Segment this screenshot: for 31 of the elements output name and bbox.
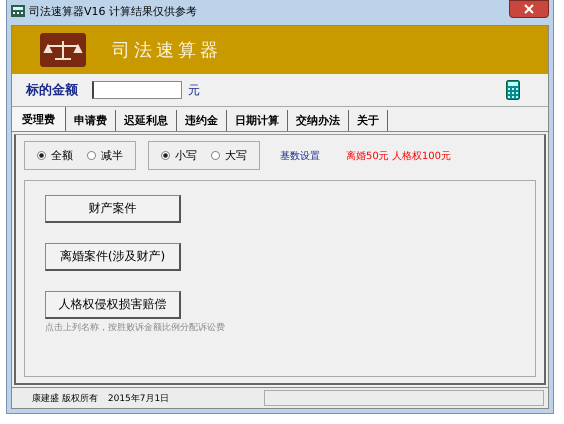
radio-option[interactable]: 小写 bbox=[161, 148, 197, 163]
case-button[interactable]: 人格权侵权损害赔偿 bbox=[45, 291, 181, 319]
banner-title: 司法速算器 bbox=[112, 39, 222, 62]
radio-button[interactable] bbox=[161, 151, 170, 160]
radio-label: 大写 bbox=[225, 148, 247, 163]
radio-label: 小写 bbox=[175, 148, 197, 163]
radio-button[interactable] bbox=[211, 151, 220, 160]
settings-link[interactable]: 基数设置 bbox=[280, 148, 320, 162]
radio-button[interactable] bbox=[37, 151, 46, 160]
window-title: 司法速算器V16 计算结果仅供参考 bbox=[29, 4, 198, 18]
case-button[interactable]: 财产案件 bbox=[45, 195, 181, 223]
radio-option[interactable]: 减半 bbox=[87, 148, 123, 163]
fee-notice: 离婚50元 人格权100元 bbox=[346, 150, 451, 162]
radio-option[interactable]: 大写 bbox=[211, 148, 247, 163]
amount-field[interactable] bbox=[92, 81, 182, 99]
close-button[interactable] bbox=[509, 0, 549, 18]
scales-icon bbox=[40, 33, 86, 67]
close-icon bbox=[524, 4, 534, 14]
hint-text: 点击上列名称，按胜败诉金额比例分配诉讼费 bbox=[45, 322, 225, 334]
tab[interactable]: 受理费 bbox=[12, 107, 66, 131]
radio-label: 减半 bbox=[101, 148, 123, 163]
radio-option[interactable]: 全额 bbox=[37, 148, 73, 163]
calculator-icon[interactable] bbox=[506, 80, 520, 100]
case-button[interactable]: 离婚案件(涉及财产) bbox=[45, 243, 181, 271]
app-icon bbox=[11, 5, 25, 17]
unit-label: 元 bbox=[188, 82, 200, 98]
radio-label: 全额 bbox=[51, 148, 73, 163]
amount-label: 标的金额 bbox=[26, 82, 78, 99]
status-text: 康建盛 版权所有 bbox=[32, 392, 98, 404]
status-text: 2015年7月1日 bbox=[108, 392, 170, 404]
radio-button[interactable] bbox=[87, 151, 96, 160]
